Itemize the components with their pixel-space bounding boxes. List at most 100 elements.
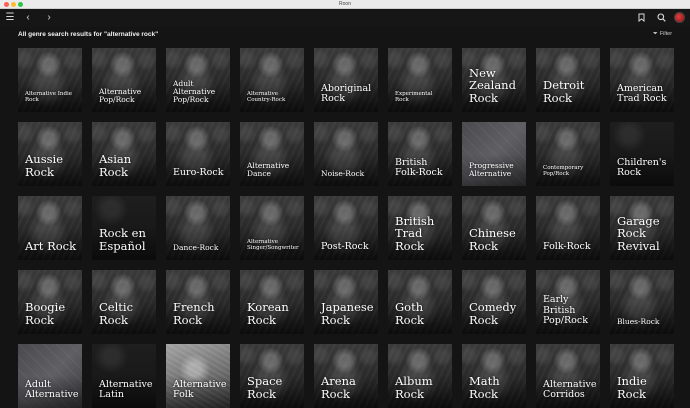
genre-tile[interactable]: Contemporary Pop/Rock bbox=[536, 122, 600, 186]
genre-tile-label: Comedy Rock bbox=[469, 300, 517, 327]
filter-button[interactable]: ⏷ Filter bbox=[653, 31, 672, 38]
genre-tile[interactable]: Experimental Rock bbox=[388, 48, 452, 112]
genre-tile[interactable]: Folk-Rock bbox=[536, 196, 600, 260]
genre-tile-label: American Trad Rock bbox=[617, 82, 667, 104]
genre-tile-label: Alternative Dance bbox=[247, 160, 290, 178]
genre-tile-label: Dance-Rock bbox=[173, 242, 219, 252]
genre-tile[interactable]: Korean Rock bbox=[240, 270, 304, 334]
genre-tile-label: Space Rock bbox=[247, 374, 283, 401]
genre-tile[interactable]: Progressive Alternative bbox=[462, 122, 526, 186]
genre-tile[interactable]: Alternative Latin bbox=[92, 344, 156, 408]
forward-chevron-right-icon[interactable]: › bbox=[42, 11, 56, 25]
page-title: All genre search results for "alternativ… bbox=[18, 31, 159, 38]
filter-label: Filter bbox=[659, 31, 673, 37]
genre-tile[interactable]: Early British Pop/Rock bbox=[536, 270, 600, 334]
genre-tile[interactable]: Boogie Rock bbox=[18, 270, 82, 334]
genre-tile[interactable]: Arena Rock bbox=[314, 344, 378, 408]
genre-tile-label: Alternative Corridos bbox=[543, 378, 597, 400]
genre-tile[interactable]: Celtic Rock bbox=[92, 270, 156, 334]
genre-tile[interactable]: Indie Rock bbox=[610, 344, 674, 408]
genre-tile-label: Aussie Rock bbox=[25, 152, 63, 179]
genre-tile[interactable]: Japanese Rock bbox=[314, 270, 378, 334]
genre-tile[interactable]: New Zealand Rock bbox=[462, 48, 526, 112]
genre-tile[interactable]: Album Rock bbox=[388, 344, 452, 408]
genre-tile-label: Arena Rock bbox=[321, 374, 356, 401]
genre-tile[interactable]: Alternative Corridos bbox=[536, 344, 600, 408]
genre-tile[interactable]: Garage Rock Revival bbox=[610, 196, 674, 260]
genre-tile-label: Art Rock bbox=[25, 238, 77, 253]
genre-tile-label: Celtic Rock bbox=[99, 300, 134, 327]
back-chevron-left-icon[interactable]: ‹ bbox=[21, 11, 35, 25]
genre-tile[interactable]: Aboriginal Rock bbox=[314, 48, 378, 112]
genre-tile[interactable]: Adult Alternative Pop/Rock bbox=[166, 48, 230, 112]
genre-tile-label: Alternative Indie Rock bbox=[25, 91, 72, 104]
genre-tile[interactable]: Dance-Rock bbox=[166, 196, 230, 260]
genre-tile[interactable]: Chinese Rock bbox=[462, 196, 526, 260]
genre-tile-label: Alternative Pop/Rock bbox=[99, 86, 142, 104]
search-icon[interactable] bbox=[654, 11, 668, 25]
genre-tile-label: Alternative Singer/Songwriter bbox=[247, 239, 299, 252]
genre-tile-label: Alternative Folk bbox=[173, 378, 227, 400]
genre-tile[interactable]: Alternative Singer/Songwriter bbox=[240, 196, 304, 260]
genre-tile[interactable]: American Trad Rock bbox=[610, 48, 674, 112]
genre-tile-label: Progressive Alternative bbox=[469, 160, 514, 178]
genre-tile[interactable]: Adult Alternative bbox=[18, 344, 82, 408]
genre-tile[interactable]: French Rock bbox=[166, 270, 230, 334]
genre-tile-label: Asian Rock bbox=[99, 152, 132, 179]
genre-tile[interactable]: Math Rock bbox=[462, 344, 526, 408]
genre-tile-label: Children's Rock bbox=[617, 156, 667, 178]
genre-tile[interactable]: Space Rock bbox=[240, 344, 304, 408]
genre-tile-label: Contemporary Pop/Rock bbox=[543, 165, 584, 178]
hamburger-menu-icon[interactable]: ☰ bbox=[3, 11, 17, 25]
genre-tile[interactable]: Alternative Dance bbox=[240, 122, 304, 186]
genre-tile[interactable]: Alternative Pop/Rock bbox=[92, 48, 156, 112]
genre-tile[interactable]: Alternative Country-Rock bbox=[240, 48, 304, 112]
toolbar: ☰ ‹ › bbox=[0, 9, 690, 27]
genre-tile[interactable]: Post-Rock bbox=[314, 196, 378, 260]
genre-tile-label: Album Rock bbox=[395, 374, 433, 401]
genre-tile-label: Garage Rock Revival bbox=[617, 213, 660, 253]
genre-tile[interactable]: Children's Rock bbox=[610, 122, 674, 186]
genre-tile-label: Boogie Rock bbox=[25, 300, 66, 327]
genre-tile[interactable]: Blues-Rock bbox=[610, 270, 674, 334]
genre-tile[interactable]: Noise-Rock bbox=[314, 122, 378, 186]
genre-tile-label: British Trad Rock bbox=[395, 213, 435, 253]
genre-tile[interactable]: Euro-Rock bbox=[166, 122, 230, 186]
genre-tile[interactable]: Alternative Folk bbox=[166, 344, 230, 408]
genre-tile-label: Adult Alternative bbox=[25, 378, 79, 400]
genre-tile-label: Detroit Rock bbox=[543, 78, 585, 105]
genre-tile-label: Korean Rock bbox=[247, 300, 289, 327]
window-title: Roon bbox=[339, 1, 351, 7]
genre-tile[interactable]: Asian Rock bbox=[92, 122, 156, 186]
genre-tile-label: New Zealand Rock bbox=[469, 65, 516, 105]
genre-tile[interactable]: British Folk-Rock bbox=[388, 122, 452, 186]
genre-tile[interactable]: British Trad Rock bbox=[388, 196, 452, 260]
genre-tile-label: British Folk-Rock bbox=[395, 156, 443, 178]
genre-tile[interactable]: Comedy Rock bbox=[462, 270, 526, 334]
genre-tile-label: French Rock bbox=[173, 300, 215, 327]
genre-tile-label: Folk-Rock bbox=[543, 240, 591, 252]
bookmark-icon[interactable] bbox=[634, 11, 648, 25]
genre-tile-label: Adult Alternative Pop/Rock bbox=[173, 78, 216, 104]
genre-tile[interactable]: Art Rock bbox=[18, 196, 82, 260]
genre-tile-label: Indie Rock bbox=[617, 374, 647, 401]
genre-tile-label: Experimental Rock bbox=[395, 91, 433, 104]
genre-tile-label: Alternative Country-Rock bbox=[247, 91, 286, 104]
genre-tile[interactable]: Alternative Indie Rock bbox=[18, 48, 82, 112]
user-avatar[interactable] bbox=[674, 12, 685, 23]
genre-tile[interactable]: Goth Rock bbox=[388, 270, 452, 334]
genre-grid: Alternative Indie Rock Alternative Pop/Ro… bbox=[18, 48, 674, 408]
genre-tile[interactable]: Detroit Rock bbox=[536, 48, 600, 112]
genre-tile-label: Noise-Rock bbox=[321, 168, 365, 178]
genre-tile[interactable]: Aussie Rock bbox=[18, 122, 82, 186]
filter-icon: ⏷ bbox=[653, 31, 658, 37]
genre-tile-label: Euro-Rock bbox=[173, 166, 224, 178]
genre-tile-label: Blues-Rock bbox=[617, 316, 660, 326]
genre-tile-label: Japanese Rock bbox=[321, 300, 374, 327]
genre-tile-label: Early British Pop/Rock bbox=[543, 294, 588, 326]
genre-tile-label: Rock en Español bbox=[99, 226, 146, 253]
genre-tile-label: Post-Rock bbox=[321, 240, 369, 252]
window-titlebar: Roon bbox=[0, 0, 690, 9]
genre-tile-label: Aboriginal Rock bbox=[321, 82, 372, 104]
genre-tile[interactable]: Rock en Español bbox=[92, 196, 156, 260]
